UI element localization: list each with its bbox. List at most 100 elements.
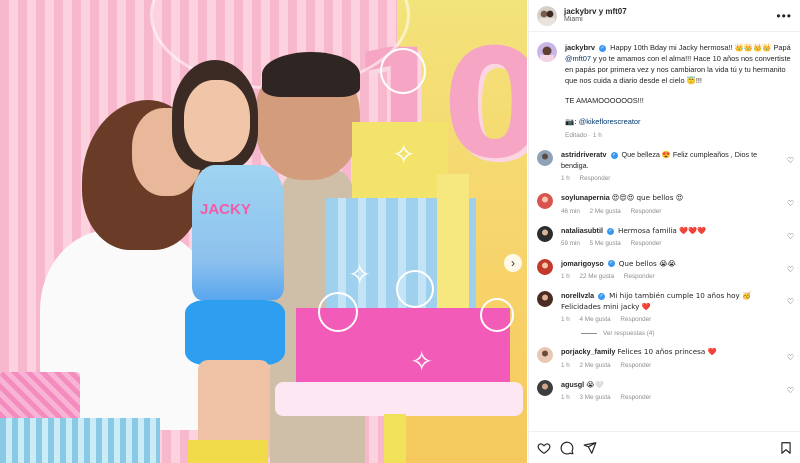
cake-ring [480, 298, 514, 332]
comment-text: 😍😍😍 que bellos 😍 [611, 193, 684, 203]
comment-username[interactable]: agusgl [561, 380, 584, 389]
cake-board [275, 382, 523, 416]
comment-reply-button[interactable]: Responder [620, 316, 651, 323]
post-location[interactable]: Miami [564, 16, 776, 24]
heart-icon[interactable]: ♡ [787, 265, 794, 274]
post-photo[interactable]: 10 JACKY ✧ ✧ ✧ › [0, 0, 527, 463]
comment-username[interactable]: astridriveratv [561, 150, 607, 159]
caption-status: Editado · 1 h [565, 131, 602, 139]
cake-ring [396, 270, 434, 308]
father-hair [262, 52, 360, 97]
comment-item: soylunapernia 😍😍😍 que bellos 😍 46 min 2 … [529, 187, 800, 220]
cake-stand [384, 414, 406, 463]
comment-item: agusgl 😭🤍 1 h 3 Me gusta Responder ♡ [529, 374, 800, 407]
comment-username[interactable]: soylunapernia [561, 193, 610, 202]
verified-icon: ✓ [610, 152, 618, 159]
view-replies-button[interactable]: Ver respuestas (4) [529, 328, 800, 341]
more-options-icon[interactable]: ••• [776, 9, 792, 23]
girl-face [184, 80, 250, 162]
heart-icon[interactable]: ♡ [787, 353, 794, 362]
comment-username[interactable]: jomarigoyso [561, 259, 604, 268]
girl-leotard: JACKY [192, 165, 284, 300]
next-photo-button[interactable]: › [504, 254, 522, 272]
comment-text: Hermosa familia ❤️❤️❤️ [617, 225, 706, 235]
comment-likes[interactable]: 2 Me gusta [590, 208, 621, 215]
caption-mention[interactable]: @mft07 [565, 54, 591, 63]
heart-icon[interactable]: ♡ [787, 156, 794, 165]
verified-icon: ✓ [598, 292, 606, 300]
heart-icon[interactable]: ♡ [787, 199, 794, 208]
avatar[interactable] [537, 5, 557, 26]
comment-item: porjacky_family Felices 10 años princesa… [529, 341, 800, 374]
gymnast-decoration: ✧ [348, 258, 372, 291]
comment-time[interactable]: 1 h [561, 273, 570, 280]
comment-text: 😭🤍 [586, 379, 604, 389]
post-caption: jackybrv ✓ Happy 10th Bday mi Jacky herm… [529, 33, 800, 144]
comment-time[interactable]: 1 h [561, 175, 570, 182]
bookmark-icon[interactable] [779, 441, 793, 455]
comment-item: norellvzla ✓ Mi hijo también cumple 10 a… [529, 285, 800, 328]
comment-username[interactable]: norellvzla [561, 291, 594, 300]
share-icon[interactable] [583, 441, 597, 455]
leotard-text: JACKY [200, 201, 251, 218]
avatar[interactable] [537, 42, 557, 62]
comment-likes[interactable]: 3 Me gusta [580, 394, 611, 401]
comment-reply-button[interactable]: Responder [631, 240, 662, 247]
verified-icon: ✓ [607, 260, 615, 268]
heart-icon[interactable]: ♡ [787, 297, 794, 306]
comment-reply-button[interactable]: Responder [631, 208, 662, 215]
view-replies-label: Ver respuestas (4) [603, 330, 655, 338]
caption-line3: TE AMAMOOOOOOS!!! [565, 96, 644, 106]
avatar[interactable] [537, 347, 553, 364]
comment-time[interactable]: 1 h [561, 316, 570, 323]
caption-line1: Happy 10th Bday mi Jacky hermosa!! [610, 43, 733, 52]
comment-time[interactable]: 1 h [561, 362, 570, 369]
yellow-box [188, 440, 268, 463]
blue-basket [0, 418, 160, 463]
comment-likes[interactable]: 22 Me gusta [580, 273, 615, 280]
camera-icon: 📷: [565, 116, 577, 126]
post-authors[interactable]: jackybrv y mft07 [564, 7, 776, 16]
verified-icon: ✓ [599, 44, 607, 52]
comment-time[interactable]: 1 h [561, 394, 570, 401]
comment-username[interactable]: nataliasubtil [561, 226, 603, 235]
comment-likes[interactable]: 5 Me gusta [590, 240, 621, 247]
comment-reply-button[interactable]: Responder [580, 175, 611, 182]
comment-item: jomarigoyso ✓ Que bellos 😭😭 1 h 22 Me gu… [529, 253, 800, 286]
comment-reply-button[interactable]: Responder [620, 362, 651, 369]
verified-icon: ✓ [606, 227, 614, 235]
caption-username[interactable]: jackybrv [565, 43, 595, 52]
comment-likes[interactable]: 4 Me gusta [580, 316, 611, 323]
comment-icon[interactable] [560, 441, 574, 455]
comment-time[interactable]: 46 min [561, 208, 580, 215]
comment-username[interactable]: porjacky_family [561, 347, 615, 356]
gymnast-decoration: ✧ [392, 138, 416, 171]
comment-item: astridriveratv ✓ Que belleza 😍 Feliz cum… [529, 144, 800, 187]
heart-icon[interactable]: ♡ [787, 386, 794, 395]
comments-scroll-area[interactable]: jackybrv ✓ Happy 10th Bday mi Jacky herm… [529, 33, 800, 431]
caption-emojis: 👑👑👑👑 [734, 43, 772, 52]
caption-line2-prefix: Papá [773, 43, 791, 52]
comment-item: nataliasubtil ✓ Hermosa familia ❤️❤️❤️ 5… [529, 220, 800, 253]
caption-line2: y yo te amamos con el alma!!! Hace 10 añ… [565, 54, 791, 86]
heart-icon[interactable]: ♡ [787, 232, 794, 241]
avatar[interactable] [537, 225, 553, 242]
avatar[interactable] [537, 258, 553, 275]
avatar[interactable] [537, 379, 553, 396]
avatar[interactable] [537, 193, 553, 210]
comment-reply-button[interactable]: Responder [620, 394, 651, 401]
cake-ring [318, 292, 358, 332]
girl-shorts [185, 300, 285, 365]
comment-time[interactable]: 59 min [561, 240, 580, 247]
cake-side-panel [437, 174, 469, 314]
comment-text: Felices 10 años princesa ❤️ [617, 347, 717, 357]
photographer-mention[interactable]: @kikeflorescreator [579, 117, 641, 126]
avatar[interactable] [537, 150, 553, 167]
chevron-right-icon: › [511, 256, 515, 270]
post-action-bar [529, 431, 800, 463]
avatar[interactable] [537, 291, 553, 308]
comment-likes[interactable]: 2 Me gusta [580, 362, 611, 369]
gymnast-decoration: ✧ [410, 345, 434, 378]
heart-icon[interactable] [537, 441, 551, 455]
comment-reply-button[interactable]: Responder [624, 273, 655, 280]
